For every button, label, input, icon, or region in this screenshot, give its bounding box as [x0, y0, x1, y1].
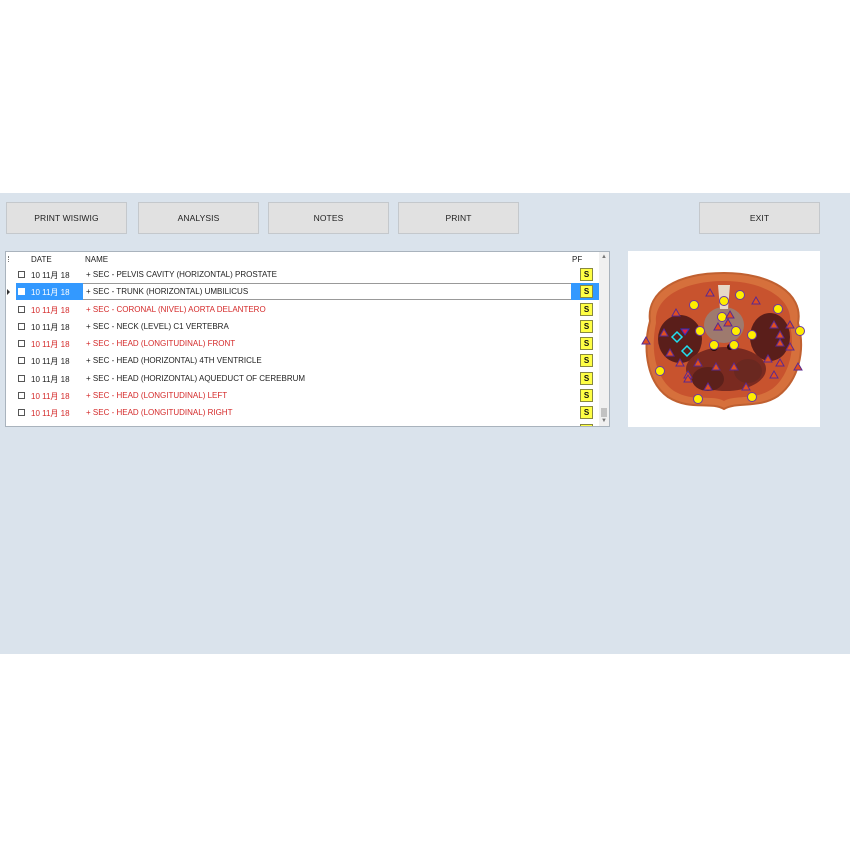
row-checkbox[interactable] — [18, 288, 25, 296]
pf-cell — [571, 422, 602, 426]
row-name: + SEC - CORONAL (NIVEL) AORTA DELANTERO — [86, 304, 266, 314]
table-row[interactable]: 10 11月 18 + SEC - CORONAL (NIVEL) AORTA D… — [6, 301, 602, 318]
marker-circle-icon[interactable] — [731, 326, 741, 336]
row-date: 10 11月 18 — [31, 322, 70, 332]
row-date: 10 11月 18 — [31, 271, 70, 280]
pf-cell: S — [571, 335, 602, 352]
row-date: 10 11月 18 — [31, 305, 70, 315]
marker-circle-icon[interactable] — [655, 366, 665, 376]
row-checkbox[interactable] — [18, 392, 25, 400]
pf-badge-button[interactable]: S — [580, 406, 593, 420]
print-button[interactable]: PRINT — [398, 202, 519, 234]
marker-circle-icon[interactable] — [747, 330, 757, 340]
table-row[interactable]: 10 11月 18 + SEC - PELVIS CAVITY (HORIZONT… — [6, 266, 602, 283]
current-row-indicator-icon — [7, 289, 10, 296]
row-checkbox[interactable] — [18, 357, 25, 365]
marker-circle-icon[interactable] — [729, 340, 739, 350]
pf-cell: S — [571, 370, 602, 387]
pf-badge-button[interactable]: S — [580, 319, 593, 333]
row-date: 10 11月 18 — [31, 409, 70, 419]
row-name: + SEC - HEAD (HORIZONTAL) AQUEDUCT OF CE… — [86, 373, 306, 383]
scroll-down-arrow-icon[interactable]: ▼ — [601, 418, 607, 424]
row-name: + SEC - HEAD (HORIZONTAL) 4TH VENTRICLE — [86, 356, 262, 366]
row-name: + SEC - PELVIS CAVITY (HORIZONTAL) PROST… — [86, 270, 277, 279]
pf-cell: S — [571, 404, 602, 421]
row-checkbox[interactable] — [18, 409, 25, 417]
pf-badge-button[interactable]: S — [580, 371, 593, 385]
scrollbar-thumb[interactable] — [601, 408, 607, 417]
row-name: + SEC - HEAD (LONGITUDINAL) RIGHT — [86, 408, 233, 418]
table-row-partial — [6, 422, 602, 426]
vertical-scrollbar[interactable]: ▲ ▼ — [599, 252, 609, 426]
exit-button[interactable]: EXIT — [699, 202, 820, 234]
table-row[interactable]: 10 11月 18 + SEC - HEAD (LONGITUDINAL) LEF… — [6, 387, 602, 404]
table-row[interactable]: 10 11月 18 + SEC - HEAD (LONGITUDINAL) FRO… — [6, 335, 602, 352]
column-header-date[interactable]: DATE — [31, 255, 52, 264]
row-name: + SEC - TRUNK (HORIZONTAL) UMBILICUS — [86, 287, 249, 297]
anatomy-cross-section — [641, 271, 805, 411]
marker-circle-icon[interactable] — [689, 300, 699, 310]
pf-badge-button[interactable]: S — [580, 354, 593, 368]
marker-circle-icon[interactable] — [719, 296, 729, 306]
row-name: + SEC - HEAD (LONGITUDINAL) FRONT — [86, 339, 236, 349]
table-row[interactable]: 10 11月 18 + SEC - HEAD (HORIZONTAL) AQUED… — [6, 370, 602, 387]
marker-circle-icon[interactable] — [693, 394, 703, 404]
bowel-inner-2 — [734, 359, 762, 383]
marker-circle-icon[interactable] — [735, 290, 745, 300]
marker-circle-icon[interactable] — [795, 326, 805, 336]
analysis-button[interactable]: ANALYSIS — [138, 202, 259, 234]
section-preview-image[interactable] — [628, 251, 820, 427]
grid-header: DATE NAME PF — [6, 252, 601, 267]
row-date: 10 11月 18 — [31, 288, 70, 298]
pf-cell: S — [571, 318, 602, 335]
pf-cell: S — [571, 387, 602, 404]
pf-badge-button[interactable] — [580, 423, 593, 426]
pf-badge-button[interactable]: S — [580, 337, 593, 351]
table-row[interactable]: 10 11月 18 + SEC - HEAD (LONGITUDINAL) RIG… — [6, 404, 602, 421]
row-checkbox[interactable] — [18, 322, 25, 330]
pf-cell: S — [571, 301, 602, 318]
row-checkbox[interactable] — [18, 271, 25, 278]
marker-circle-icon[interactable] — [709, 340, 719, 350]
grid-rows: 10 11月 18 + SEC - PELVIS CAVITY (HORIZONT… — [6, 266, 602, 426]
table-row[interactable]: 10 11月 18 + SEC - HEAD (HORIZONTAL) 4TH V… — [6, 352, 602, 369]
row-checkbox[interactable] — [18, 340, 25, 348]
row-name: + SEC - HEAD (LONGITUDINAL) LEFT — [86, 391, 228, 401]
row-date: 10 11月 18 — [31, 374, 70, 384]
pf-cell: S — [571, 352, 602, 369]
column-header-pf[interactable]: PF — [572, 255, 582, 264]
marker-circle-icon[interactable] — [773, 304, 783, 314]
row-checkbox[interactable] — [18, 374, 25, 382]
notes-button[interactable]: NOTES — [268, 202, 389, 234]
marker-circle-icon[interactable] — [747, 392, 757, 402]
pf-badge-button[interactable]: S — [580, 302, 593, 316]
marker-circle-icon[interactable] — [717, 312, 727, 322]
scroll-up-arrow-icon[interactable]: ▲ — [601, 254, 607, 260]
table-row[interactable]: 10 11月 18 + SEC - NECK (LEVEL) C1 VERTEBR… — [6, 318, 602, 335]
pf-cell: S — [571, 283, 602, 301]
row-date: 10 11月 18 — [31, 392, 70, 402]
row-date: 10 11月 18 — [31, 340, 70, 350]
row-checkbox[interactable] — [18, 305, 25, 313]
print-wisiwig-button[interactable]: PRINT WISIWIG — [6, 202, 127, 234]
pf-badge-button[interactable]: S — [580, 389, 593, 403]
row-name: + SEC - NECK (LEVEL) C1 VERTEBRA — [86, 321, 229, 331]
app-panel: PRINT WISIWIG ANALYSIS NOTES PRINT EXIT … — [0, 193, 850, 654]
row-date: 10 11月 18 — [31, 357, 70, 367]
pf-badge-button[interactable]: S — [580, 285, 593, 299]
column-header-name[interactable]: NAME — [85, 255, 108, 264]
pf-cell: S — [571, 266, 602, 283]
pf-badge-button[interactable]: S — [580, 268, 593, 281]
table-row[interactable]: 10 11月 18 + SEC - TRUNK (HORIZONTAL) UMBI… — [6, 283, 602, 301]
row-header-corner — [8, 256, 10, 262]
marker-circle-icon[interactable] — [695, 326, 705, 336]
records-grid[interactable]: DATE NAME PF 10 11月 18 + SEC - PELVIS CAV… — [5, 251, 610, 427]
